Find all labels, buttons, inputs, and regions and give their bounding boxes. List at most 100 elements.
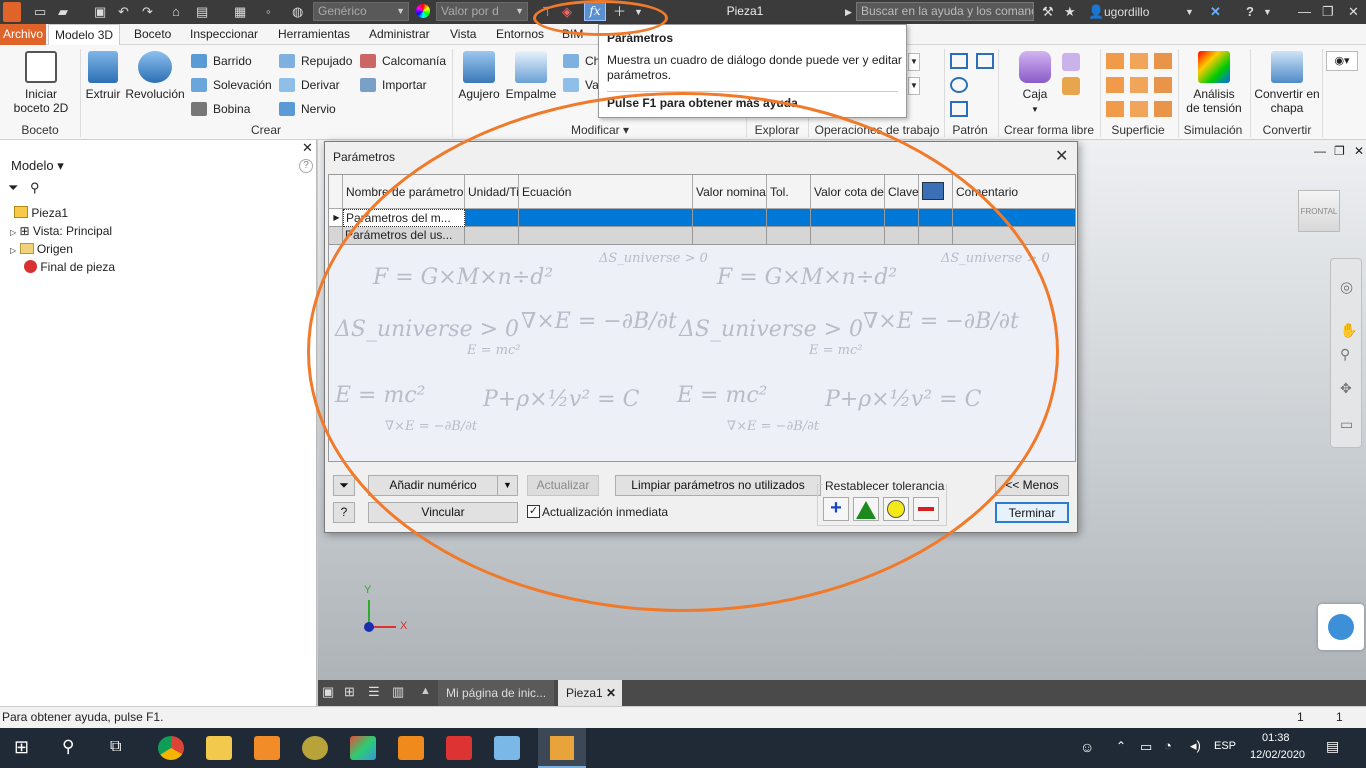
- surface-repair-icon[interactable]: [1130, 101, 1148, 117]
- tile-grid-icon[interactable]: ⊞: [344, 684, 355, 700]
- surface-fit-icon[interactable]: [1154, 101, 1172, 117]
- filter-button[interactable]: ⏷: [333, 475, 355, 496]
- browser-close-icon[interactable]: ✕: [302, 140, 313, 156]
- surface-delete-icon[interactable]: [1106, 101, 1124, 117]
- tile-horizontal-icon[interactable]: ☰: [368, 684, 380, 700]
- pan-icon[interactable]: ✋: [1340, 322, 1357, 339]
- people-icon[interactable]: ☺: [1080, 739, 1094, 755]
- rect-pattern-icon[interactable]: [950, 53, 968, 69]
- search-expand-icon[interactable]: ▶: [845, 4, 852, 20]
- circ-pattern-icon[interactable]: [950, 77, 968, 93]
- tab-boceto[interactable]: Boceto: [128, 24, 177, 45]
- tab-modelo-3d[interactable]: Modelo 3D: [48, 24, 121, 45]
- emboss-button[interactable]: Repujado: [279, 53, 352, 69]
- help-search-input[interactable]: Buscar en la ayuda y los comanc: [856, 2, 1034, 21]
- tab-inspeccionar[interactable]: Inspeccionar: [184, 24, 264, 45]
- clock-time[interactable]: 01:38: [1262, 732, 1290, 744]
- tab-close-icon[interactable]: ✕: [606, 686, 616, 700]
- convert-sheetmetal-button[interactable]: Convertir en chapa: [1252, 51, 1322, 115]
- gitkraken-icon[interactable]: [350, 736, 376, 760]
- tab-administrar[interactable]: Administrar: [363, 24, 436, 45]
- surface-sculpt-icon[interactable]: [1154, 53, 1172, 69]
- tray-up-icon[interactable]: ⌃: [1116, 739, 1126, 753]
- notifications-icon[interactable]: ▤: [1326, 738, 1339, 755]
- coil-button[interactable]: Bobina: [191, 101, 250, 117]
- home-icon[interactable]: ⌂: [172, 4, 180, 20]
- close-icon[interactable]: ✕: [1348, 4, 1359, 20]
- foxit-icon[interactable]: [446, 736, 472, 760]
- steering-wheel-icon[interactable]: ◎: [1340, 278, 1353, 296]
- select-icon[interactable]: ▦: [234, 4, 246, 20]
- done-button[interactable]: Terminar: [995, 502, 1069, 523]
- sublime-icon[interactable]: [254, 736, 280, 760]
- minimize-icon[interactable]: —: [1298, 4, 1311, 20]
- tab-pieza1[interactable]: Pieza1 ✕: [558, 680, 622, 706]
- freeform-edit-icon[interactable]: [1062, 53, 1080, 71]
- new-icon[interactable]: ▭: [34, 4, 46, 20]
- help-button[interactable]: ?: [333, 502, 355, 523]
- task-view-icon[interactable]: ⧉: [110, 738, 121, 756]
- workplane-dropdown[interactable]: ▼: [908, 53, 920, 71]
- decal-button[interactable]: Calcomanía: [360, 53, 446, 69]
- tab-archivo[interactable]: Archivo: [0, 24, 47, 45]
- measure-icon[interactable]: ◦: [266, 4, 271, 20]
- fillet-button[interactable]: Empalme: [504, 51, 558, 101]
- update-icon[interactable]: ▤: [196, 4, 208, 20]
- revolve-button[interactable]: Revolución: [124, 51, 186, 101]
- sweep-button[interactable]: Barrido: [191, 53, 252, 69]
- rib-button[interactable]: Nervio: [279, 101, 336, 117]
- mirror-icon[interactable]: [976, 53, 994, 69]
- network-icon[interactable]: ◔: [1164, 738, 1172, 753]
- app-globe-icon[interactable]: [302, 736, 328, 760]
- redo-icon[interactable]: ↷: [142, 4, 153, 20]
- app-logo-icon[interactable]: [3, 2, 21, 22]
- surface-patch-icon[interactable]: [1130, 53, 1148, 69]
- app-store-icon[interactable]: [1318, 604, 1364, 650]
- viewport-restore-icon[interactable]: ❐: [1334, 144, 1345, 158]
- tab-vista[interactable]: Vista: [444, 24, 482, 45]
- hole-button[interactable]: Agujero: [456, 51, 502, 101]
- filter-icon[interactable]: ⏷: [8, 180, 18, 196]
- freeform-convert-icon[interactable]: [1062, 77, 1080, 95]
- surface-extend-icon[interactable]: [1130, 77, 1148, 93]
- exchange-icon[interactable]: ✕: [1210, 4, 1221, 20]
- tab-home-page[interactable]: Mi página de inic...: [438, 680, 554, 706]
- appearance-combo[interactable]: Valor por d ▼: [436, 2, 528, 21]
- help-icon[interactable]: ?: [1246, 4, 1254, 20]
- find-icon[interactable]: ⚲: [30, 180, 40, 196]
- vlc-icon[interactable]: [398, 736, 424, 760]
- volume-icon[interactable]: ◂): [1190, 738, 1201, 754]
- windows-start-icon[interactable]: ⊞: [14, 737, 29, 758]
- look-at-icon[interactable]: ▭: [1340, 416, 1353, 433]
- surface-trim-icon[interactable]: [1106, 77, 1124, 93]
- signin-tool-icon[interactable]: ⚒: [1042, 4, 1054, 20]
- globe-icon[interactable]: ◍: [292, 4, 303, 20]
- workaxis-dropdown[interactable]: ▼: [908, 77, 920, 95]
- tree-item-view[interactable]: ▷ ⊞ Vista: Principal: [10, 223, 112, 241]
- favorites-icon[interactable]: ★: [1064, 4, 1076, 20]
- start-sketch-button[interactable]: Iniciar boceto 2D: [10, 51, 72, 115]
- chamfer-button[interactable]: Ch: [563, 53, 600, 69]
- tab-list-icon[interactable]: ▲: [420, 685, 431, 697]
- tree-item-origin[interactable]: ▷ Origen: [10, 241, 73, 259]
- battery-icon[interactable]: ▭: [1140, 739, 1152, 755]
- save-icon[interactable]: ▣: [94, 4, 106, 20]
- open-icon[interactable]: ▰: [58, 4, 68, 20]
- clock-date[interactable]: 12/02/2020: [1250, 749, 1305, 761]
- tile-icon[interactable]: ▣: [322, 684, 334, 700]
- shell-button[interactable]: Va: [563, 77, 599, 93]
- sketch-pattern-icon[interactable]: [950, 101, 968, 117]
- restore-icon[interactable]: ❐: [1322, 4, 1334, 20]
- tree-item-end-of-part[interactable]: Final de pieza: [24, 259, 115, 275]
- undo-icon[interactable]: ↶: [118, 4, 129, 20]
- input-language[interactable]: ESP: [1214, 740, 1236, 752]
- loft-button[interactable]: Solevación: [191, 77, 272, 93]
- user-icon[interactable]: 👤: [1088, 4, 1104, 20]
- tab-herramientas[interactable]: Herramientas: [272, 24, 356, 45]
- tab-entornos[interactable]: Entornos: [490, 24, 550, 45]
- extrude-button[interactable]: Extruir: [84, 51, 122, 101]
- chrome-icon[interactable]: [158, 736, 184, 760]
- user-name[interactable]: ugordillo: [1104, 4, 1149, 20]
- browser-title[interactable]: Modelo ▾: [11, 158, 64, 174]
- help-menu-chevron-icon[interactable]: ▼: [1263, 4, 1272, 20]
